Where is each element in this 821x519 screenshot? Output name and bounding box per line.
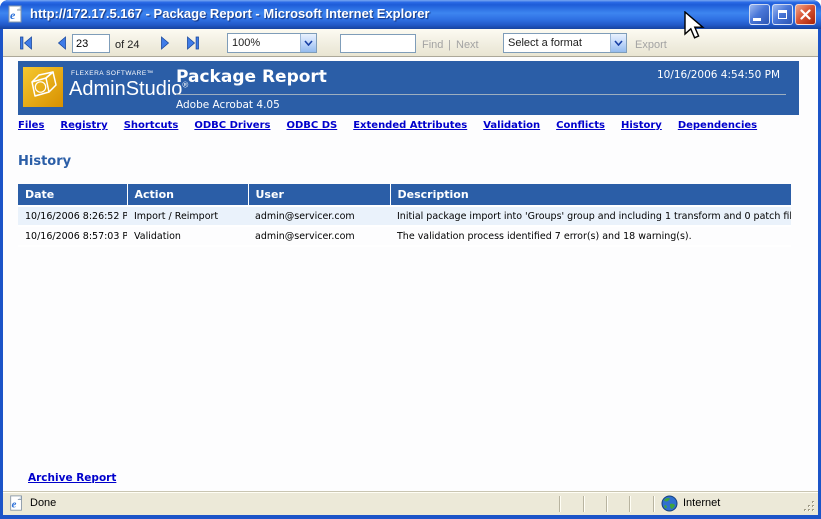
cell-description: Initial package import into 'Groups' gro… (390, 206, 791, 226)
statusbar-divider (583, 496, 585, 512)
next-page-icon (158, 36, 172, 50)
zoom-dropdown-arrow[interactable] (300, 34, 316, 52)
archive-report-link[interactable]: Archive Report (28, 472, 116, 484)
cell-action: Import / Reimport (127, 206, 248, 226)
resize-grip[interactable] (801, 498, 816, 513)
minimize-button[interactable] (749, 4, 770, 25)
ie-page-icon: e (8, 495, 25, 512)
package-name: Adobe Acrobat 4.05 (176, 99, 280, 111)
cell-action: Validation (127, 226, 248, 246)
window-title: http://172.17.5.167 - Package Report - M… (30, 6, 430, 21)
zoom-value: 100% (232, 37, 260, 49)
svg-text:e: e (12, 499, 17, 511)
first-page-icon (19, 36, 33, 50)
titlebar[interactable]: e http://172.17.5.167 - Package Report -… (0, 0, 821, 29)
nav-link-odbc-ds[interactable]: ODBC DS (286, 120, 337, 131)
statusbar-divider (653, 496, 655, 512)
browser-window: e http://172.17.5.167 - Package Report -… (0, 0, 821, 519)
header-divider (176, 94, 786, 95)
nav-link-history[interactable]: History (621, 120, 662, 131)
nav-link-dependencies[interactable]: Dependencies (678, 120, 757, 131)
column-header-date: Date (18, 184, 127, 206)
column-header-user: User (248, 184, 390, 206)
cell-description: The validation process identified 7 erro… (390, 226, 791, 246)
format-dropdown-arrow[interactable] (610, 34, 626, 52)
previous-page-button[interactable] (52, 34, 72, 52)
table-row: 10/16/2006 8:57:03 PM Validation admin@s… (18, 226, 791, 246)
zoom-select[interactable]: 100% (227, 33, 317, 53)
export-format-select[interactable]: Select a format (503, 33, 627, 53)
report-header-band: FLEXERA SOFTWARE™ AdminStudio® Package R… (18, 61, 799, 115)
page-title: Package Report (176, 67, 327, 87)
page-count-label: of 24 (115, 36, 139, 54)
find-input[interactable] (340, 34, 416, 53)
security-zone-label: Internet (683, 497, 720, 509)
status-message: Done (30, 497, 56, 509)
window-controls (749, 4, 816, 25)
table-row: 10/16/2006 8:26:52 PM Import / Reimport … (18, 206, 791, 226)
statusbar-divider (629, 496, 631, 512)
brand-flexera-label: FLEXERA SOFTWARE™ (71, 70, 154, 77)
report-timestamp: 10/16/2006 4:54:50 PM (657, 69, 780, 81)
history-heading: History (18, 154, 71, 169)
nav-link-files[interactable]: Files (18, 120, 44, 131)
nav-link-registry[interactable]: Registry (60, 120, 107, 131)
statusbar-divider (559, 496, 561, 512)
statusbar: e Done Internet (3, 491, 818, 515)
first-page-button[interactable] (16, 34, 36, 52)
export-format-value: Select a format (508, 37, 582, 49)
nav-link-extended-attributes[interactable]: Extended Attributes (353, 120, 467, 131)
cell-user: admin@servicer.com (248, 206, 390, 226)
chevron-down-icon (304, 40, 313, 46)
find-button[interactable]: Find (422, 36, 443, 54)
close-icon (800, 9, 811, 20)
report-toolbar: of 24 100% Find | Next Select a format (3, 29, 818, 57)
export-button[interactable]: Export (635, 36, 667, 54)
column-header-description: Description (390, 184, 791, 206)
last-page-button[interactable] (183, 34, 203, 52)
next-page-button[interactable] (155, 34, 175, 52)
internet-zone-globe-icon (661, 495, 678, 512)
statusbar-divider (606, 496, 608, 512)
cell-user: admin@servicer.com (248, 226, 390, 246)
maximize-icon (778, 10, 787, 19)
column-header-action: Action (127, 184, 248, 206)
svg-text:e: e (10, 8, 16, 22)
find-next-separator: | (448, 36, 451, 54)
close-button[interactable] (795, 4, 816, 25)
report-page: FLEXERA SOFTWARE™ AdminStudio® Package R… (3, 57, 818, 491)
nav-link-odbc-drivers[interactable]: ODBC Drivers (194, 120, 270, 131)
chevron-down-icon (614, 40, 623, 46)
last-page-icon (186, 36, 200, 50)
table-header-row: Date Action User Description (18, 184, 791, 206)
minimize-icon (753, 18, 761, 21)
page-number-input[interactable] (72, 34, 110, 53)
history-table: Date Action User Description 10/16/2006 … (18, 184, 791, 247)
cell-date: 10/16/2006 8:26:52 PM (18, 206, 127, 226)
brand-adminstudio-label: AdminStudio® (69, 78, 188, 101)
cell-date: 10/16/2006 8:57:03 PM (18, 226, 127, 246)
ie-page-icon: e (6, 5, 25, 24)
maximize-button[interactable] (772, 4, 793, 25)
nav-link-validation[interactable]: Validation (483, 120, 540, 131)
previous-page-icon (55, 36, 69, 50)
nav-link-conflicts[interactable]: Conflicts (556, 120, 605, 131)
find-next-button[interactable]: Next (456, 36, 479, 54)
adminstudio-logo-icon (23, 67, 63, 107)
nav-link-shortcuts[interactable]: Shortcuts (124, 120, 179, 131)
section-nav: Files Registry Shortcuts ODBC Drivers OD… (18, 120, 757, 131)
